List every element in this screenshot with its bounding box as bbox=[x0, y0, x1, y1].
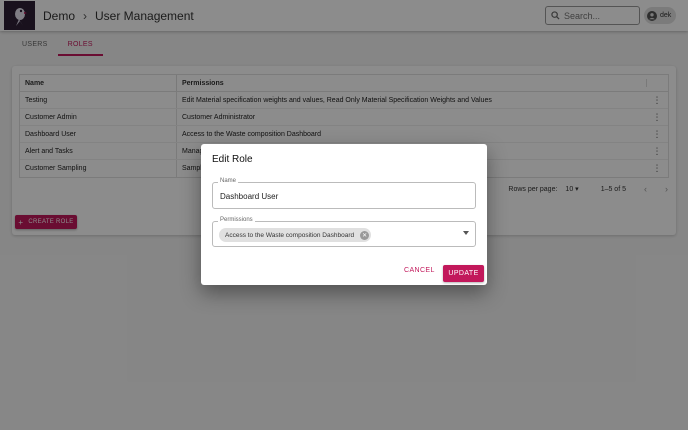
permissions-label: Permissions bbox=[218, 217, 255, 223]
role-name-field[interactable]: Name Dashboard User bbox=[212, 178, 476, 209]
dialog-title: Edit Role bbox=[212, 154, 253, 165]
role-name-label: Name bbox=[218, 178, 239, 184]
permission-chip: Access to the Waste composition Dashboar… bbox=[219, 228, 372, 242]
update-button[interactable]: UPDATE bbox=[443, 265, 484, 282]
arrow-drop-down-icon[interactable] bbox=[463, 231, 469, 235]
role-name-value[interactable]: Dashboard User bbox=[220, 192, 278, 201]
chip-remove-icon[interactable]: ✕ bbox=[360, 230, 370, 240]
permissions-select[interactable]: Permissions Access to the Waste composit… bbox=[212, 217, 476, 247]
permission-chip-label: Access to the Waste composition Dashboar… bbox=[225, 231, 355, 239]
cancel-button[interactable]: CANCEL bbox=[404, 267, 435, 274]
edit-role-dialog: Edit Role Name Dashboard User Permission… bbox=[201, 144, 487, 285]
